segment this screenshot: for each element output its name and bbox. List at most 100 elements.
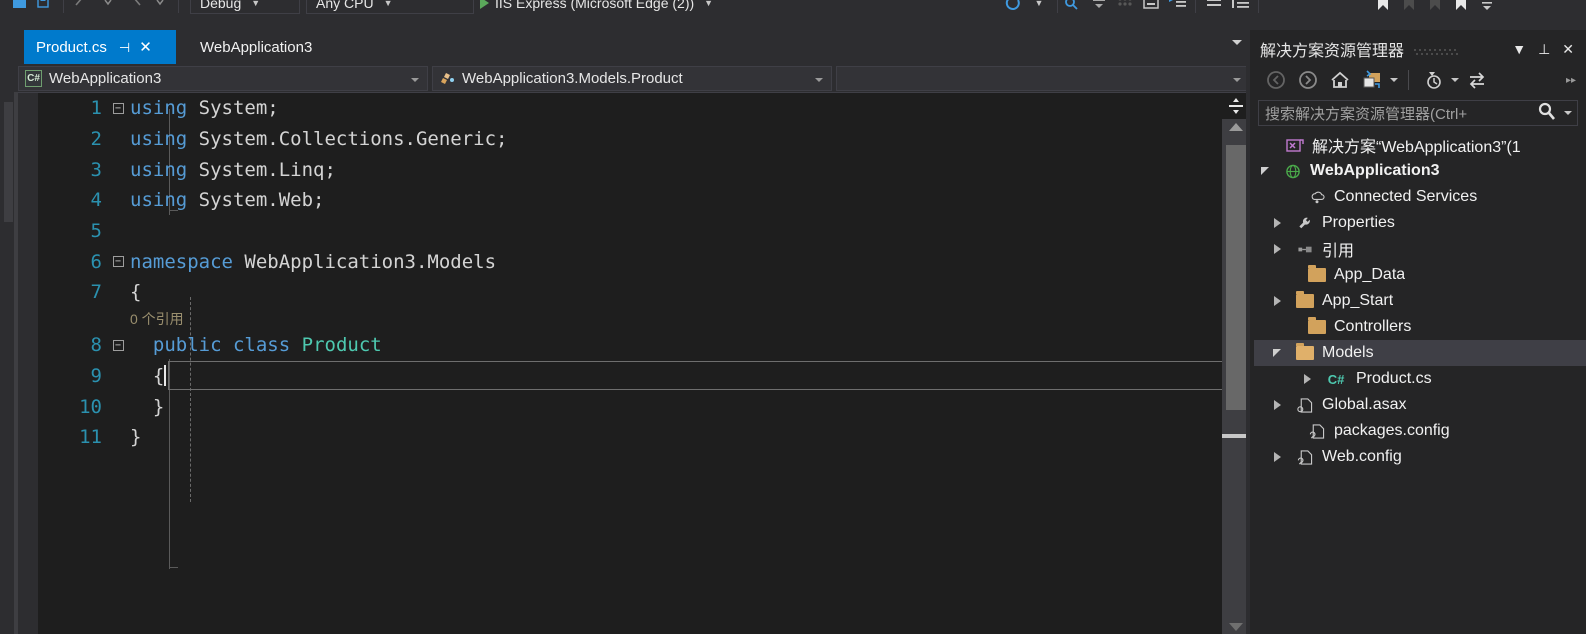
close-panel-icon[interactable]: ✕ bbox=[1562, 42, 1574, 56]
solution-search-box[interactable]: 搜索解决方案资源管理器(Ctrl+ bbox=[1258, 100, 1578, 126]
visual-studio-window: Debug ▼ Any CPU ▼ IIS Express (Microsoft… bbox=[0, 0, 1586, 634]
scroll-up-arrow-icon[interactable] bbox=[1229, 123, 1243, 131]
tree-node-app-data[interactable]: App_Data bbox=[1254, 262, 1586, 288]
expander-right-icon-4[interactable] bbox=[1300, 374, 1314, 384]
search-icon[interactable] bbox=[1537, 101, 1557, 126]
tree-node-controllers[interactable]: Controllers bbox=[1254, 314, 1586, 340]
toolbar-overflow-icon[interactable] bbox=[1474, 0, 1500, 16]
expander-down-icon-2[interactable] bbox=[1270, 349, 1284, 357]
bookmark-next-icon[interactable] bbox=[1422, 0, 1448, 16]
tree-node-models[interactable]: Models bbox=[1254, 340, 1586, 366]
start-debug-button[interactable]: IIS Express (Microsoft Edge (2)) ▼ bbox=[480, 0, 713, 11]
expander-right-icon[interactable] bbox=[1270, 218, 1284, 228]
redo-dropdown-icon[interactable] bbox=[147, 0, 173, 16]
editor-navigation-bar: C# WebApplication3 WebApplication3.Model… bbox=[18, 66, 1250, 92]
expander-right-icon-6[interactable] bbox=[1270, 452, 1284, 462]
bookmark-prev-icon[interactable] bbox=[1396, 0, 1422, 16]
tree-node-global-asax[interactable]: Global.asax bbox=[1254, 392, 1586, 418]
code-line-5[interactable]: 5 bbox=[38, 216, 1250, 247]
uncomment-icon[interactable] bbox=[1138, 0, 1164, 16]
project-selector-combo[interactable]: C# WebApplication3 bbox=[18, 66, 428, 91]
code-line-3[interactable]: 3 using System.Linq; bbox=[38, 154, 1250, 185]
solution-toolbar-overflow-icon[interactable]: ▸▸ bbox=[1566, 75, 1582, 86]
search-options-chevron-icon[interactable] bbox=[1563, 104, 1573, 122]
comment-icon[interactable] bbox=[1112, 0, 1138, 16]
config-file-icon-2 bbox=[1294, 448, 1316, 466]
tree-node-properties[interactable]: Properties bbox=[1254, 210, 1586, 236]
indent-lines-icon[interactable] bbox=[1227, 0, 1253, 16]
tree-node-packages-config[interactable]: packages.config bbox=[1254, 418, 1586, 444]
bookmark-toggle-icon[interactable] bbox=[1370, 0, 1396, 16]
home-icon[interactable] bbox=[1326, 67, 1354, 93]
pending-changes-chevron-icon[interactable] bbox=[1451, 78, 1459, 82]
wrench-icon bbox=[1294, 214, 1316, 232]
bookmark-clear-icon[interactable] bbox=[1448, 0, 1474, 16]
tree-node-product-cs[interactable]: C# Product.cs bbox=[1254, 366, 1586, 392]
scroll-down-arrow-icon[interactable] bbox=[1229, 623, 1243, 631]
save-all-icon[interactable] bbox=[32, 0, 58, 16]
refresh-icon[interactable] bbox=[1000, 0, 1026, 16]
expander-right-icon-3[interactable] bbox=[1270, 296, 1284, 306]
stop-icon[interactable] bbox=[6, 0, 32, 16]
panel-drag-grip[interactable] bbox=[1414, 44, 1466, 54]
undo-icon[interactable] bbox=[69, 0, 95, 16]
tree-node-app-start[interactable]: App_Start bbox=[1254, 288, 1586, 314]
close-icon[interactable]: ✕ bbox=[139, 40, 152, 55]
new-folder-icon[interactable] bbox=[1358, 67, 1386, 93]
fold-toggle-icon-2[interactable]: − bbox=[106, 256, 130, 267]
tree-label: Properties bbox=[1322, 214, 1395, 232]
code-text: { bbox=[130, 365, 166, 387]
panel-menu-chevron-icon[interactable]: ▼ bbox=[1512, 42, 1526, 56]
tab-list-chevron-icon[interactable] bbox=[1232, 40, 1242, 45]
back-arrow-icon[interactable] bbox=[1262, 67, 1290, 93]
refresh-dropdown-icon[interactable]: ▼ bbox=[1026, 0, 1052, 16]
undo-dropdown-icon[interactable] bbox=[95, 0, 121, 16]
redo-icon[interactable] bbox=[121, 0, 147, 16]
solution-tree[interactable]: 解决方案“WebApplication3”(1 WebApplication3 bbox=[1254, 132, 1586, 630]
main-toolbar: Debug ▼ Any CPU ▼ IIS Express (Microsoft… bbox=[0, 0, 1586, 26]
platform-combo[interactable]: Any CPU ▼ bbox=[306, 0, 474, 14]
expander-right-icon-2[interactable] bbox=[1270, 244, 1284, 254]
configuration-combo[interactable]: Debug ▼ bbox=[190, 0, 300, 14]
pin-panel-icon[interactable]: ⊥ bbox=[1538, 42, 1550, 56]
tab-product-cs[interactable]: Product.cs ⊣ ✕ bbox=[24, 30, 176, 64]
forward-arrow-icon[interactable] bbox=[1294, 67, 1322, 93]
tab-webapplication3[interactable]: WebApplication3 bbox=[188, 30, 320, 64]
fold-toggle-icon[interactable]: − bbox=[106, 103, 130, 114]
pin-icon[interactable]: ⊣ bbox=[119, 41, 130, 54]
type-selector-combo[interactable]: WebApplication3.Models.Product bbox=[432, 66, 832, 91]
scrollbar-thumb[interactable] bbox=[1226, 145, 1246, 410]
tree-node-solution[interactable]: 解决方案“WebApplication3”(1 bbox=[1254, 132, 1586, 158]
code-line-4[interactable]: 4 using System.Web; bbox=[38, 185, 1250, 216]
expander-right-icon-5[interactable] bbox=[1270, 400, 1284, 410]
code-line-6[interactable]: 6 − namespace WebApplication3.Models bbox=[38, 246, 1250, 277]
tree-node-web-config[interactable]: Web.config bbox=[1254, 444, 1586, 470]
indent-icon[interactable] bbox=[1164, 0, 1190, 16]
connected-services-icon bbox=[1306, 188, 1328, 206]
line-number: 10 bbox=[38, 396, 106, 418]
new-folder-chevron-icon[interactable] bbox=[1390, 78, 1398, 82]
sync-icon[interactable] bbox=[1463, 67, 1491, 93]
pending-changes-icon[interactable] bbox=[1419, 67, 1447, 93]
platform-label: Any CPU bbox=[316, 0, 374, 11]
code-text-area[interactable]: 1 − using System; 2 using System.Collect… bbox=[38, 93, 1250, 634]
tree-node-webapplication3[interactable]: WebApplication3 bbox=[1254, 158, 1586, 184]
code-line-1[interactable]: 1 − using System; bbox=[38, 93, 1250, 124]
left-dock-tab[interactable] bbox=[4, 102, 13, 222]
code-line-8[interactable]: 8 − public class Product bbox=[38, 330, 1250, 361]
expander-down-icon[interactable] bbox=[1258, 167, 1272, 175]
outdent-icon[interactable] bbox=[1201, 0, 1227, 16]
code-line-9[interactable]: 9 { bbox=[38, 361, 1250, 392]
code-line-7[interactable]: 7 { bbox=[38, 277, 1250, 308]
tree-node-references[interactable]: 引用 bbox=[1254, 236, 1586, 262]
line-number: 6 bbox=[38, 251, 106, 273]
code-line-10[interactable]: 10 } bbox=[38, 391, 1250, 422]
code-line-11[interactable]: 11 } bbox=[38, 422, 1250, 453]
codelens-reference-count[interactable]: 0 个引用 bbox=[38, 308, 1250, 330]
fold-toggle-icon-3[interactable]: − bbox=[106, 340, 130, 351]
quick-find-icon[interactable] bbox=[1060, 0, 1086, 16]
collapse-icon[interactable] bbox=[1086, 0, 1112, 16]
member-selector-combo[interactable] bbox=[836, 66, 1250, 91]
code-line-2[interactable]: 2 using System.Collections.Generic; bbox=[38, 124, 1250, 155]
tree-node-connected-services[interactable]: Connected Services bbox=[1254, 184, 1586, 210]
